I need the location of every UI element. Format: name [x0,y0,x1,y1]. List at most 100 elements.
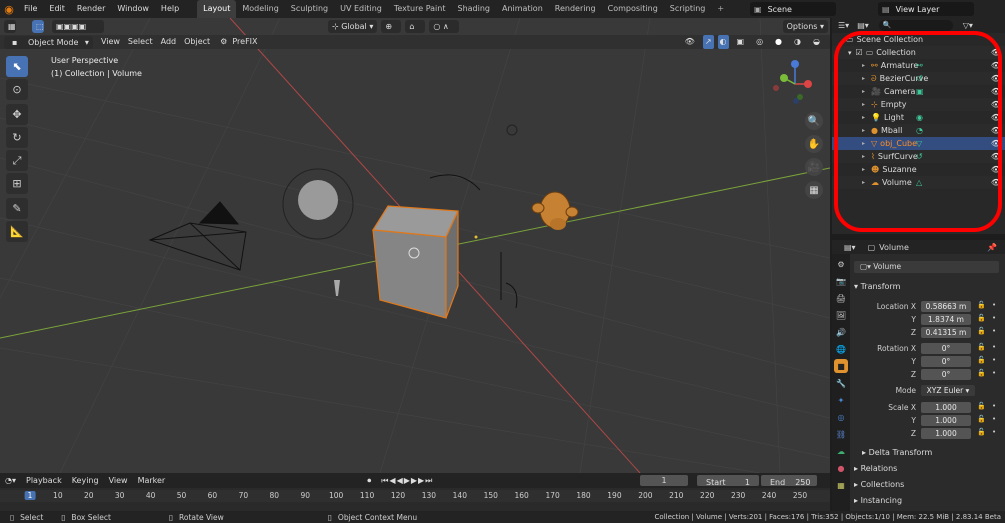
location-z-field[interactable]: 0.41315 m [921,327,971,338]
expand-chevron-icon[interactable]: ▸ [862,140,865,147]
object-data-icon[interactable]: ◔ [916,126,923,135]
texture-tab-icon[interactable]: ▦ [834,478,848,492]
tab-animation[interactable]: Animation [496,0,549,18]
collection-checkbox[interactable]: ☑ [856,48,863,57]
transform-tool-icon[interactable]: ⊞ [6,173,28,194]
outliner-item-armature[interactable]: ▸ ⚯ Armature ⚯ 👁 [832,59,1005,72]
start-frame-field[interactable]: Start 1 [697,475,759,487]
lock-icon[interactable]: 🔓 [977,356,986,364]
expand-chevron-icon[interactable]: ▸ [862,127,865,134]
constraints-tab-icon[interactable]: ⛓ [834,427,848,441]
ortho-grid-icon[interactable]: ▦ [805,181,823,199]
outliner-editor-icon[interactable]: ☰▾ [838,21,849,30]
zoom-icon[interactable]: 🔍 [805,112,823,130]
keyframe-dot-icon[interactable]: • [992,369,996,377]
menu-help[interactable]: Help [155,0,185,18]
object-name-field[interactable]: ▢▾ Volume [854,261,999,273]
delta-transform-section[interactable]: ▸ Delta Transform [862,448,932,457]
view-layer-selector[interactable]: ▤ View Layer [878,2,974,16]
blender-logo-icon[interactable]: ◉ [0,0,18,18]
menu-edit[interactable]: Edit [43,0,71,18]
current-frame-field[interactable]: 1 [640,475,688,486]
eye-icon[interactable]: 👁 [991,152,1001,161]
rotate-tool-icon[interactable]: ↻ [6,127,28,148]
properties-editor-icon[interactable]: ▤▾ [844,243,856,252]
tab-texture-paint[interactable]: Texture Paint [388,0,452,18]
data-tab-icon[interactable]: ☁ [834,444,848,458]
collection-expand-icon[interactable]: ▾ [848,49,852,57]
3d-viewport[interactable]: ▦ ⬚ ▣▣▣▣ ⊹ Global ▾ ⊕ ⌂ ○ ∧ Options ▾ ▪ … [0,18,830,473]
eye-icon[interactable]: 👁 [991,87,1001,96]
object-data-icon[interactable]: △ [916,178,922,187]
keyframe-dot-icon[interactable]: • [992,428,996,436]
eye-icon[interactable]: 👁 [991,48,1001,57]
lock-icon[interactable]: 🔓 [977,402,986,410]
proportional-edit-icon[interactable]: ○ ∧ [429,20,460,33]
orientation-dropdown[interactable]: ⊹ Global ▾ [328,20,378,33]
outliner-item-empty[interactable]: ▸ ⊹ Empty 👁 [832,98,1005,111]
scene-selector[interactable]: ▣ Scene [750,2,836,16]
outliner-item-volume[interactable]: ▸ ☁ Volume △ 👁 [832,176,1005,189]
tab-scripting[interactable]: Scripting [664,0,712,18]
scale-x-field[interactable]: 1.000 [921,402,971,413]
pin-icon[interactable]: 📌 [987,243,997,252]
outliner-item-surfcurve[interactable]: ▸ ⌇ SurfCurve ↺ 👁 [832,150,1005,163]
object-data-icon[interactable]: ▽ [916,139,922,148]
object-data-icon[interactable]: ◉ [916,113,923,122]
xray-icon[interactable]: ▣ [733,35,749,49]
select-mode-icon[interactable]: ⬚ [32,20,44,33]
tab-modeling[interactable]: Modeling [236,0,284,18]
instancing-section[interactable]: ▸ Instancing [854,496,902,505]
outliner-item-light[interactable]: ▸ 💡 Light ◉ 👁 [832,111,1005,124]
expand-chevron-icon[interactable]: ▸ [862,153,865,160]
rotation-x-field[interactable]: 0° [921,343,971,354]
lock-icon[interactable]: 🔓 [977,415,986,423]
mode-dropdown[interactable]: ▪ Object Mode ▾ [4,35,93,49]
editor-type-icon[interactable]: ▦ [4,20,16,33]
end-frame-field[interactable]: End 250 [761,475,817,487]
object-tab-icon[interactable]: ■ [834,359,848,373]
tool-tab-icon[interactable]: ⚙ [834,257,848,271]
timeline-menu-keying[interactable]: Keying [67,473,104,488]
lock-icon[interactable]: 🔓 [977,301,986,309]
outliner-item-suzanne[interactable]: ▸ ☻ Suzanne 👁 [832,163,1005,176]
tab-uv-editing[interactable]: UV Editing [334,0,388,18]
keyframe-dot-icon[interactable]: • [992,415,996,423]
expand-chevron-icon[interactable]: ▸ [862,62,865,69]
expand-chevron-icon[interactable]: ▸ [862,114,865,121]
cursor-tool-icon[interactable]: ⊙ [6,79,28,100]
relations-section[interactable]: ▸ Relations [854,464,897,473]
visibility-icon[interactable]: 👁 [681,35,699,49]
outliner-item-camera[interactable]: ▸ 🎥 Camera ▣ 👁 [832,85,1005,98]
overlay-toggle-icon[interactable]: ◐ [717,35,729,49]
lock-icon[interactable]: 🔓 [977,343,986,351]
outliner-item-mball[interactable]: ▸ ● Mball ◔ 👁 [832,124,1005,137]
timeline-menu-marker[interactable]: Marker [133,473,171,488]
menu-file[interactable]: File [18,0,43,18]
move-tool-icon[interactable]: ✥ [6,104,28,125]
location-x-field[interactable]: 0.58663 m [921,301,971,312]
camera-view-icon[interactable]: 🎥 [805,158,823,176]
tab-compositing[interactable]: Compositing [602,0,664,18]
keyframe-dot-icon[interactable]: • [992,327,996,335]
solid-shading-icon[interactable]: ● [771,35,786,49]
scale-tool-icon[interactable]: ⤢ [6,150,28,171]
eye-icon[interactable]: 👁 [991,139,1001,148]
lock-icon[interactable]: 🔓 [977,327,986,335]
viewport-menu-add[interactable]: Add [157,35,181,49]
menu-render[interactable]: Render [71,0,111,18]
expand-chevron-icon[interactable]: ▸ [862,101,865,108]
keyframe-dot-icon[interactable]: • [992,314,996,322]
view-layer-tab-icon[interactable]: 🖼 [834,308,848,322]
scale-z-field[interactable]: 1.000 [921,428,971,439]
material-shading-icon[interactable]: ◑ [790,35,805,49]
collection-row[interactable]: ▾ ☑ ▭ Collection 👁 [832,46,1005,59]
playback-controls[interactable]: ⏮◀◀▶▶▶⏭ [376,473,438,488]
viewport-menu-select[interactable]: Select [124,35,157,49]
expand-chevron-icon[interactable]: ▸ [862,75,865,82]
scene-tab-icon[interactable]: 🔊 [834,325,848,339]
select-box-tool-icon[interactable]: ⬉ [6,56,28,77]
expand-chevron-icon[interactable]: ▸ [862,179,865,186]
object-data-icon[interactable]: ⚯ [916,61,923,70]
object-data-icon[interactable]: ▣ [916,87,924,96]
